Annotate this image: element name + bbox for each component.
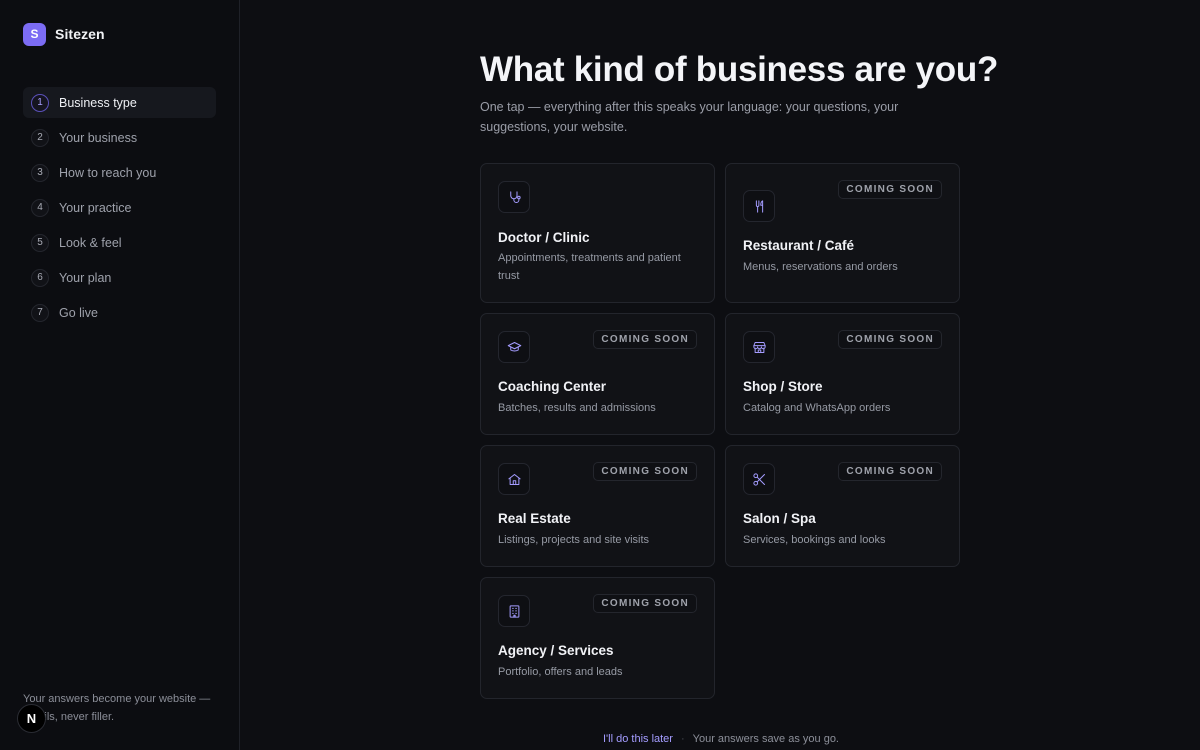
step-number: 6 xyxy=(31,268,49,287)
card-title: Restaurant / Café xyxy=(743,238,855,253)
card-title: Agency / Services xyxy=(498,643,614,658)
card-title: Real Estate xyxy=(498,511,571,526)
scissors-icon xyxy=(743,463,775,495)
business-card-doctor-clinic[interactable]: Doctor / Clinic Appointments, treatments… xyxy=(480,163,715,303)
card-description: Services, bookings and looks xyxy=(743,534,886,546)
nextjs-dev-badge[interactable]: N xyxy=(17,704,46,733)
business-card-real-estate[interactable]: COMING SOON Real Estate Listings, projec… xyxy=(480,445,715,567)
step-your-business[interactable]: 2 Your business xyxy=(23,122,216,153)
card-description: Appointments, treatments and patient tru… xyxy=(498,252,681,282)
step-label: Your business xyxy=(59,130,138,145)
separator-dot: · xyxy=(680,733,685,745)
step-your-practice[interactable]: 4 Your practice xyxy=(23,192,216,223)
step-label: Look & feel xyxy=(59,235,122,250)
card-description: Portfolio, offers and leads xyxy=(498,666,623,678)
coming-soon-badge: COMING SOON xyxy=(838,462,942,481)
card-description: Listings, projects and site visits xyxy=(498,534,650,546)
stethoscope-icon xyxy=(498,181,530,213)
step-your-plan[interactable]: 6 Your plan xyxy=(23,262,216,293)
step-list: 1 Business type 2 Your business 3 How to… xyxy=(23,87,216,332)
step-label: Your practice xyxy=(59,200,132,215)
step-look-and-feel[interactable]: 5 Look & feel xyxy=(23,227,216,258)
sidebar-footnote: Your answers become your website — detai… xyxy=(23,693,211,723)
card-description: Batches, results and admissions xyxy=(498,402,656,414)
card-title: Shop / Store xyxy=(743,379,823,394)
step-label: Business type xyxy=(59,95,137,110)
graduation-cap-icon xyxy=(498,331,530,363)
brand[interactable]: S Sitezen xyxy=(23,22,216,46)
card-description: Catalog and WhatsApp orders xyxy=(743,402,891,414)
footer-actions: I'll do this later · Your answers save a… xyxy=(603,733,839,745)
step-number: 3 xyxy=(31,163,49,182)
sidebar: S Sitezen 1 Business type 2 Your busines… xyxy=(0,0,240,750)
step-number: 4 xyxy=(31,198,49,217)
coming-soon-badge: COMING SOON xyxy=(838,180,942,199)
card-description: Menus, reservations and orders xyxy=(743,261,898,273)
step-number: 2 xyxy=(31,128,49,147)
step-go-live[interactable]: 7 Go live xyxy=(23,297,216,328)
step-label: Go live xyxy=(59,305,98,320)
brand-logo: S xyxy=(23,22,46,46)
step-label: How to reach you xyxy=(59,165,157,180)
coming-soon-badge: COMING SOON xyxy=(593,594,697,613)
storefront-icon xyxy=(743,331,775,363)
page-title: What kind of business are you? xyxy=(480,50,999,89)
step-label: Your plan xyxy=(59,270,112,285)
autosave-note: Your answers save as you go. xyxy=(692,733,839,745)
card-title: Coaching Center xyxy=(498,379,607,394)
brand-name: Sitezen xyxy=(55,26,105,42)
coming-soon-badge: COMING SOON xyxy=(593,330,697,349)
skip-for-later-link[interactable]: I'll do this later xyxy=(603,733,673,745)
business-card-agency-services[interactable]: COMING SOON Agency / Services Portfolio,… xyxy=(480,577,715,699)
building-icon xyxy=(498,595,530,627)
app-root: S Sitezen 1 Business type 2 Your busines… xyxy=(0,0,1200,750)
coming-soon-badge: COMING SOON xyxy=(593,462,697,481)
step-number: 5 xyxy=(31,233,49,252)
step-number: 7 xyxy=(31,303,49,322)
main-content: What kind of business are you? One tap —… xyxy=(240,0,1200,750)
business-card-shop-store[interactable]: COMING SOON Shop / Store Catalog and Wha… xyxy=(725,313,960,435)
card-title: Doctor / Clinic xyxy=(498,230,590,245)
step-how-to-reach-you[interactable]: 3 How to reach you xyxy=(23,157,216,188)
step-number: 1 xyxy=(31,93,49,112)
step-business-type[interactable]: 1 Business type xyxy=(23,87,216,118)
coming-soon-badge: COMING SOON xyxy=(838,330,942,349)
business-card-coaching-center[interactable]: COMING SOON Coaching Center Batches, res… xyxy=(480,313,715,435)
business-card-salon-spa[interactable]: COMING SOON Salon / Spa Services, bookin… xyxy=(725,445,960,567)
card-title: Salon / Spa xyxy=(743,511,816,526)
business-card-restaurant-cafe[interactable]: COMING SOON Restaurant / Café Menus, res… xyxy=(725,163,960,303)
house-icon xyxy=(498,463,530,495)
page-subtitle: One tap — everything after this speaks y… xyxy=(480,100,899,134)
utensils-icon xyxy=(743,190,775,222)
